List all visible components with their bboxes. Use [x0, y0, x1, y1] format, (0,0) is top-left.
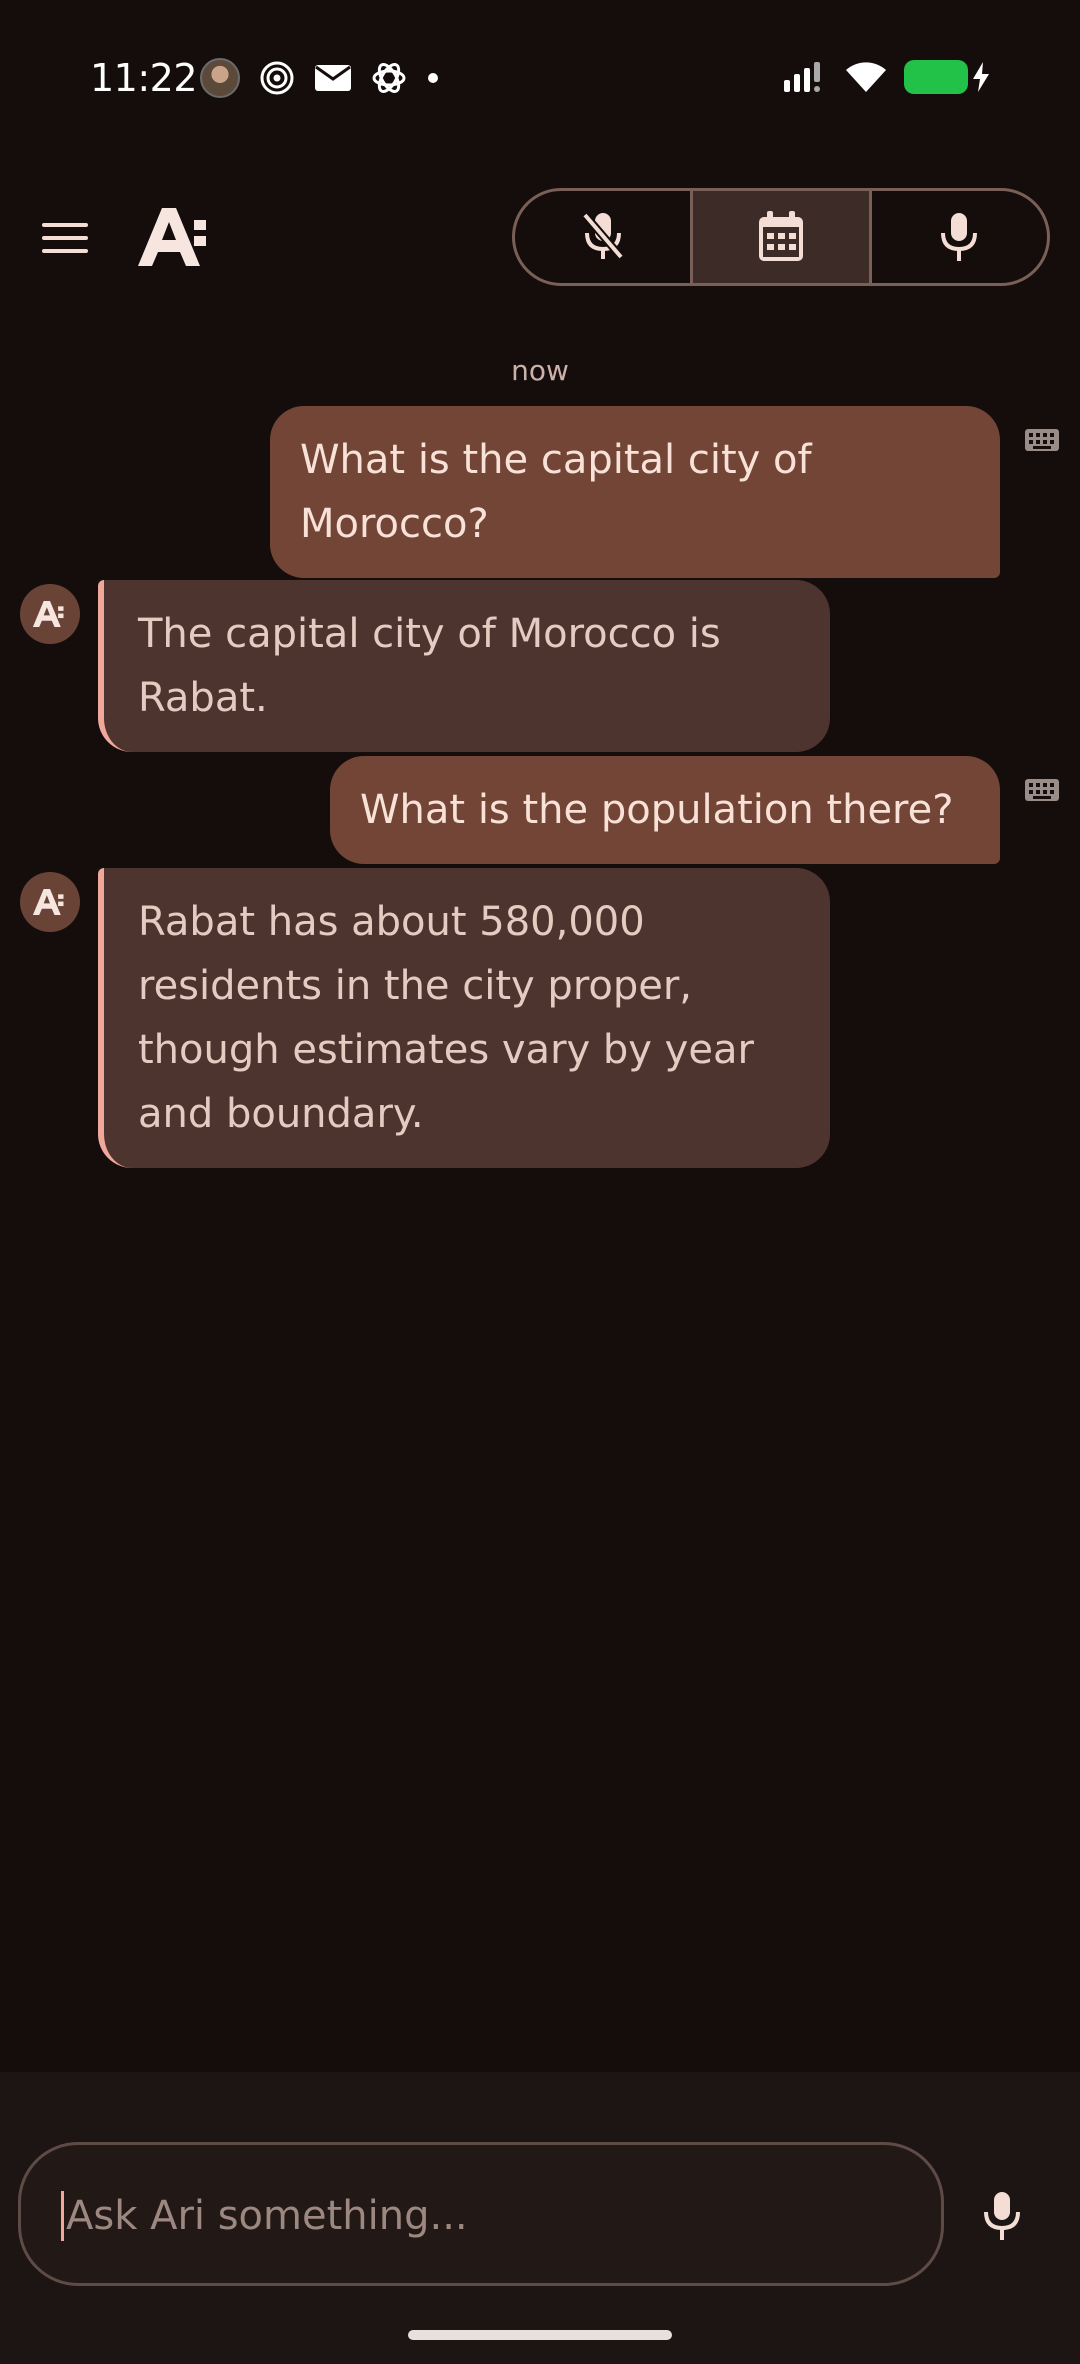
message-text: The capital city of Morocco is Rabat. — [138, 611, 721, 721]
assistant-message[interactable]: Rabat has about 580,000 residents in the… — [98, 868, 830, 1168]
message-input[interactable]: Ask Ari something... — [18, 2142, 944, 2286]
system-icons — [782, 60, 992, 94]
user-message[interactable]: What is the capital city of Morocco? — [270, 406, 1000, 578]
text-caret — [61, 2191, 64, 2241]
mic-icon — [984, 2192, 1020, 2240]
voice-input-button[interactable] — [972, 2186, 1032, 2246]
message-text: What is the population there? — [360, 787, 954, 833]
openai-icon — [372, 63, 406, 93]
status-bar: 11:22 — [0, 0, 1080, 160]
hamburger-menu-icon — [42, 223, 88, 227]
mic-off-icon — [581, 212, 624, 260]
wifi-icon — [846, 62, 886, 92]
status-time: 11:22 — [90, 56, 198, 100]
mail-icon — [315, 65, 351, 91]
keyboard-icon — [1025, 779, 1059, 801]
battery-charging-icon — [904, 60, 968, 94]
assistant-avatar — [20, 872, 80, 932]
user-message[interactable]: What is the population there? — [330, 756, 1000, 864]
message-text: What is the capital city of Morocco? — [300, 437, 812, 547]
assistant-avatar — [20, 584, 80, 644]
mic-icon — [941, 213, 978, 261]
menu-button[interactable] — [42, 210, 98, 266]
dot-icon — [428, 73, 438, 83]
avatar-notification-icon — [200, 58, 240, 98]
charging-bolt-icon — [973, 62, 989, 92]
mode-calendar-button[interactable] — [693, 191, 872, 283]
mode-mic-button[interactable] — [872, 191, 1047, 283]
signal-icon — [784, 62, 820, 92]
ari-logo-icon — [32, 600, 64, 628]
notification-icons — [200, 58, 440, 98]
ari-logo-icon — [138, 208, 206, 266]
ari-logo-icon — [32, 888, 64, 916]
input-placeholder: Ask Ari something... — [66, 2193, 468, 2239]
mode-mic-off-button[interactable] — [515, 191, 694, 283]
assistant-message[interactable]: The capital city of Morocco is Rabat. — [98, 580, 830, 752]
mode-selector — [512, 188, 1050, 286]
message-text: Rabat has about 580,000 residents in the… — [138, 899, 754, 1137]
chat-timestamp: now — [511, 354, 569, 387]
spiral-icon — [260, 61, 294, 95]
home-indicator[interactable] — [408, 2330, 672, 2340]
keyboard-icon — [1025, 429, 1059, 451]
calendar-icon — [758, 211, 803, 261]
